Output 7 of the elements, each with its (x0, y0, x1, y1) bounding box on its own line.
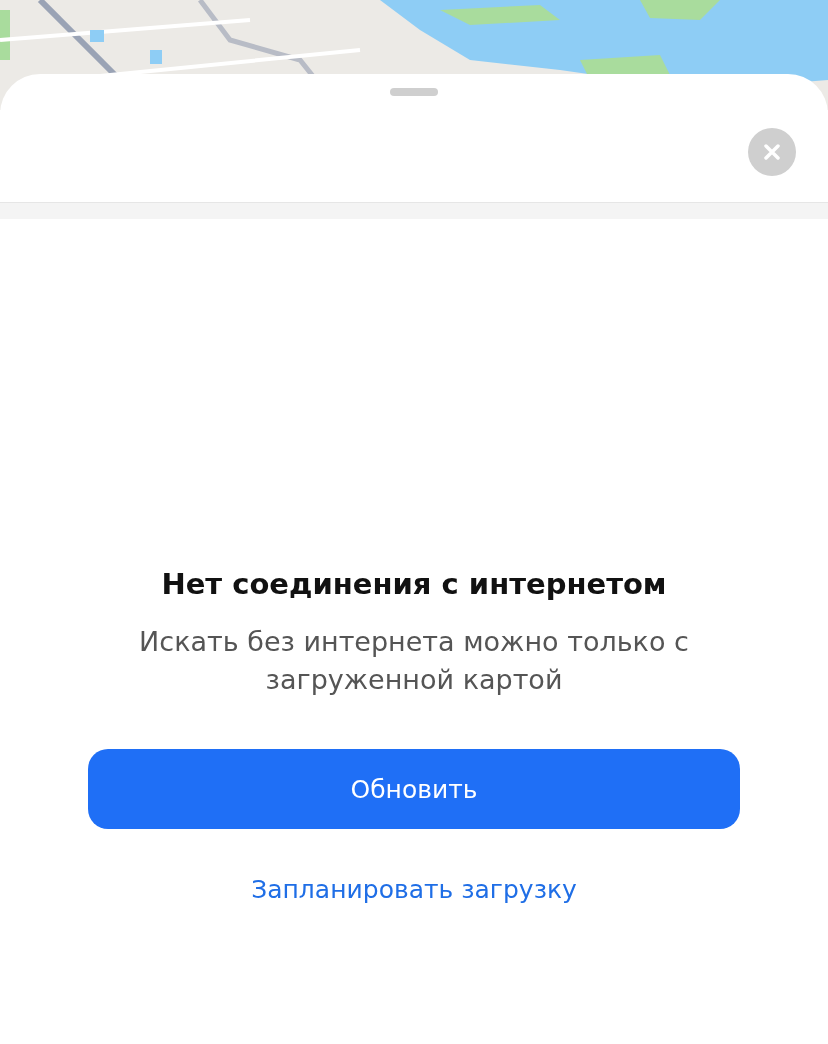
close-icon (764, 144, 780, 160)
error-message: Искать без интернета можно только с загруженной картой (138, 625, 690, 697)
drag-handle[interactable] (390, 88, 438, 96)
schedule-download-link[interactable]: Запланировать загрузку (247, 871, 581, 908)
close-button[interactable] (748, 128, 796, 176)
error-title: Нет соединения с интернетом (161, 567, 667, 601)
refresh-button[interactable]: Обновить (88, 749, 740, 829)
